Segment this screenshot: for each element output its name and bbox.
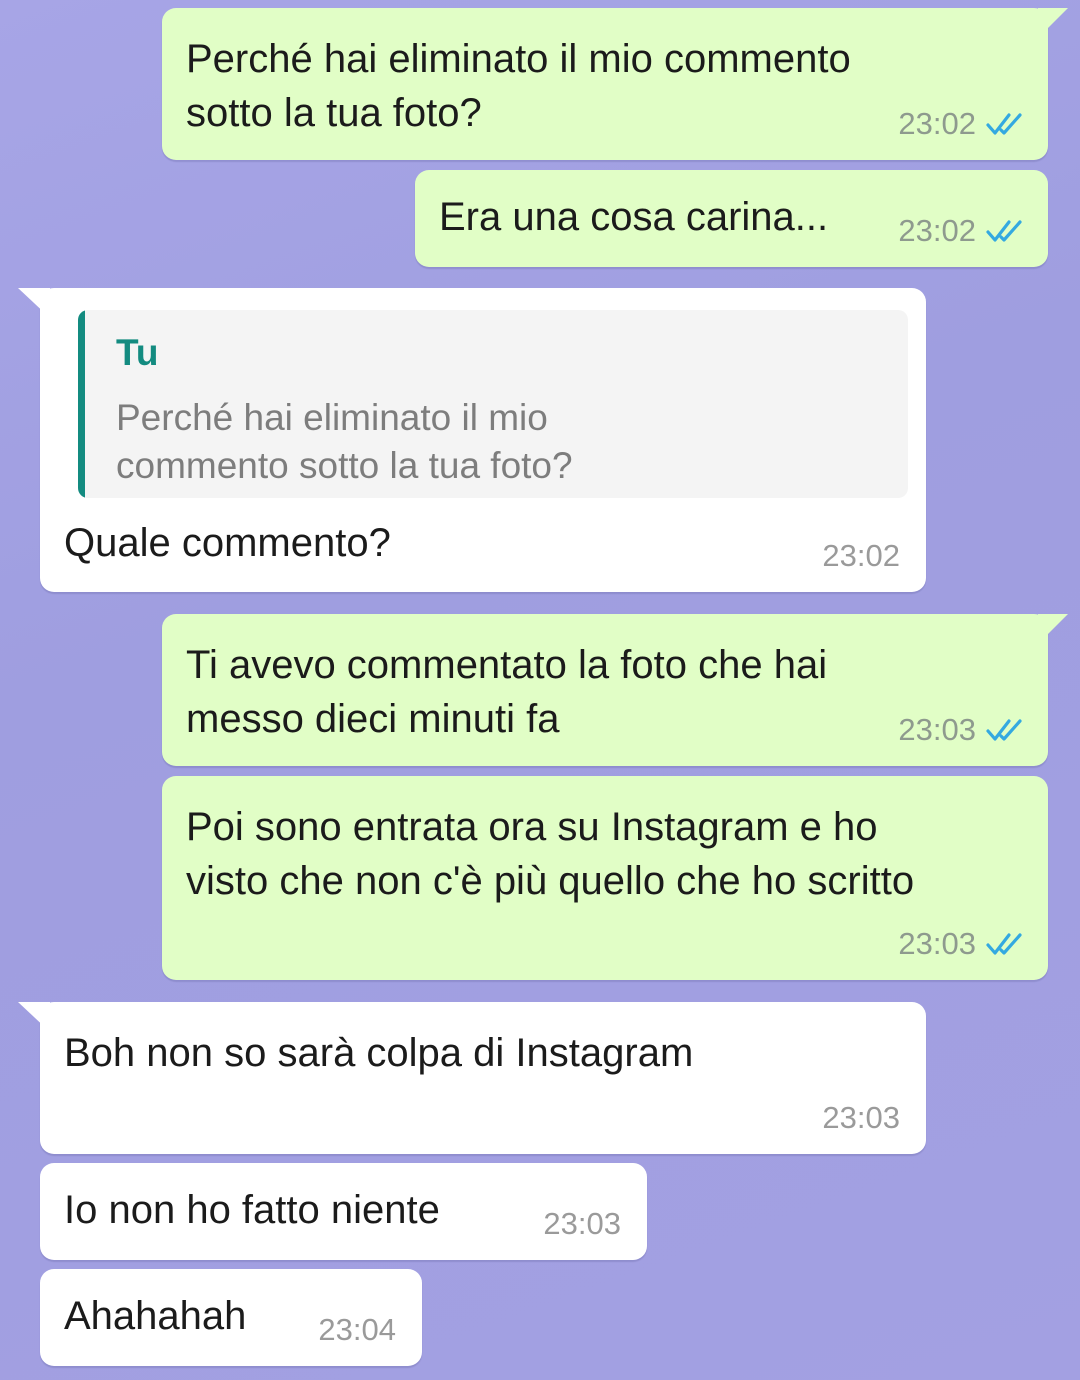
message-bubble-incoming[interactable]: Ahahahah 23:04 — [40, 1269, 422, 1366]
message-bubble-outgoing[interactable]: Poi sono entrata ora su Instagram e ho v… — [162, 776, 1048, 980]
message-time: 23:04 — [318, 1312, 396, 1347]
message-time: 23:03 — [822, 1100, 900, 1135]
message-text: Boh non so sarà colpa di Instagram — [64, 1031, 694, 1075]
message-bubble-outgoing[interactable]: Era una cosa carina... 23:02 — [415, 170, 1048, 267]
message-bubble-incoming[interactable]: Tu Perché hai eliminato il mio commento … — [18, 288, 926, 592]
message-time: 23:02 — [898, 106, 976, 141]
message-bubble-outgoing[interactable]: Perché hai eliminato il mio commento sot… — [162, 8, 1068, 160]
quote-text: Perché hai eliminato il mio commento sot… — [116, 397, 573, 486]
message-text: Quale commento? — [64, 521, 391, 565]
bubble-tail — [18, 1002, 50, 1032]
bubble-tail — [1038, 614, 1068, 644]
bubble-tail — [1038, 8, 1068, 38]
message-text: Io non ho fatto niente — [64, 1188, 440, 1232]
double-check-read-icon — [986, 719, 1022, 741]
message-bubble-outgoing[interactable]: Ti avevo commentato la foto che hai mess… — [162, 614, 1068, 766]
message-bubble-incoming[interactable]: Io non ho fatto niente 23:03 — [40, 1163, 647, 1260]
message-time: 23:03 — [543, 1206, 621, 1241]
message-time: 23:02 — [822, 538, 900, 573]
double-check-read-icon — [986, 113, 1022, 135]
quote-author: Tu — [116, 332, 159, 373]
quote-accent-bar — [78, 310, 85, 498]
quoted-message[interactable]: Tu Perché hai eliminato il mio commento … — [78, 310, 908, 498]
message-text: Poi sono entrata ora su Instagram e ho v… — [186, 805, 915, 903]
message-time: 23:03 — [898, 712, 976, 747]
message-time: 23:02 — [898, 213, 976, 248]
message-bubble-incoming[interactable]: Boh non so sarà colpa di Instagram 23:03 — [18, 1002, 926, 1154]
bubble-tail — [18, 288, 50, 318]
double-check-read-icon — [986, 933, 1022, 955]
message-time: 23:03 — [898, 926, 976, 961]
double-check-read-icon — [986, 220, 1022, 242]
